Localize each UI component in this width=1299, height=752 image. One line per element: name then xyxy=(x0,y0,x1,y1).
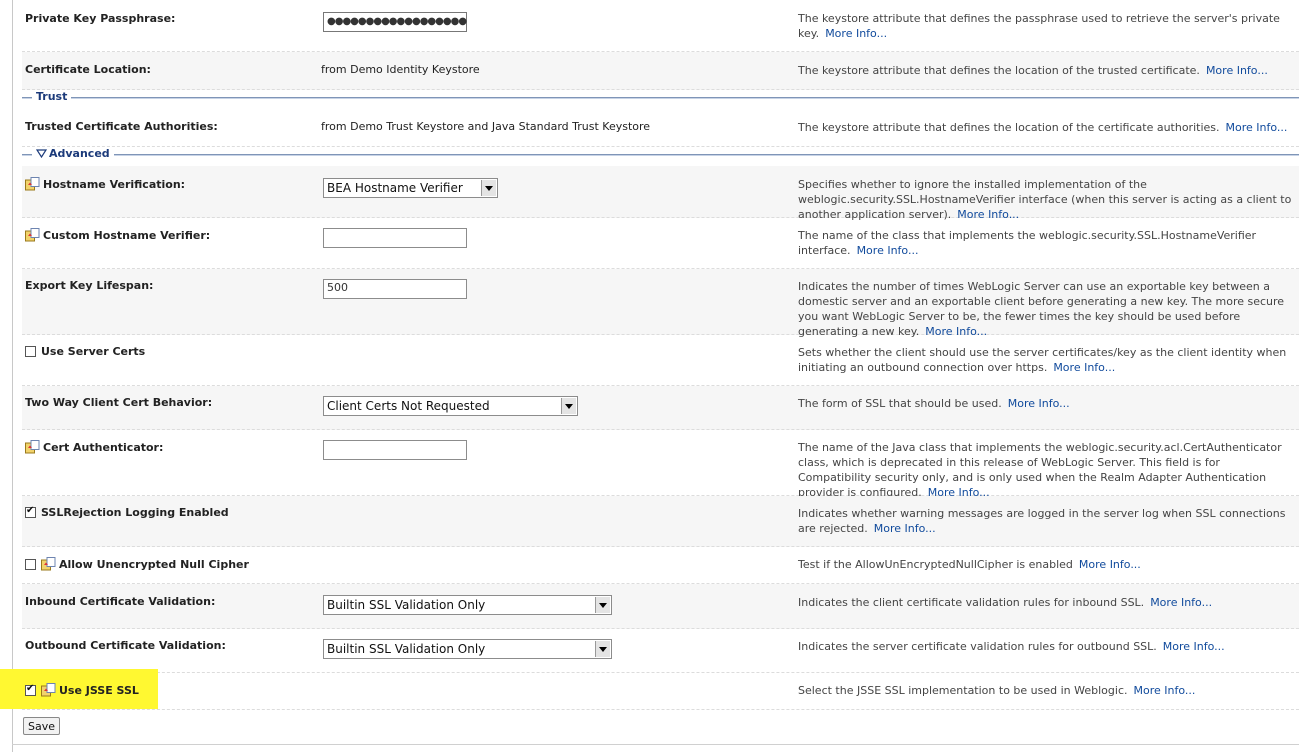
section-divider xyxy=(22,154,1299,156)
inbound-cert-validation-label: Inbound Certificate Validation: xyxy=(25,595,216,608)
more-info-link[interactable]: More Info... xyxy=(1134,684,1196,697)
trusted-ca-value: from Demo Trust Keystore and Java Standa… xyxy=(321,120,651,133)
dropdown-arrow-icon[interactable] xyxy=(481,180,496,196)
sslrejection-logging-desc: Indicates whether warning messages are l… xyxy=(798,507,1286,535)
custom-hostname-verifier-label: Custom Hostname Verifier: xyxy=(43,228,211,242)
outbound-cert-validation-selected: Builtin SSL Validation Only xyxy=(327,642,486,656)
use-server-certs-label-group: Use Server Certs xyxy=(25,345,145,358)
row-use-server-certs: Use Server Certs Sets whether the client… xyxy=(22,335,1299,386)
custom-hostname-verifier-label-group: Custom Hostname Verifier: xyxy=(25,228,210,242)
trusted-ca-desc: The keystore attribute that defines the … xyxy=(798,121,1288,134)
more-info-link[interactable]: More Info... xyxy=(1053,361,1115,374)
use-jsse-ssl-checkbox[interactable] xyxy=(25,683,36,696)
section-advanced-label: Advanced xyxy=(49,147,110,160)
trusted-ca-label: Trusted Certificate Authorities: xyxy=(25,120,218,133)
private-key-passphrase-desc: The keystore attribute that defines the … xyxy=(798,12,1280,40)
inbound-cert-validation-select[interactable]: Builtin SSL Validation Only xyxy=(323,595,612,615)
row-outbound-certificate-validation: Outbound Certificate Validation: Builtin… xyxy=(22,629,1299,673)
two-way-client-cert-label: Two Way Client Cert Behavior: xyxy=(25,396,213,409)
row-private-key-passphrase: Private Key Passphrase: ●●●●●●●●●●●●●●●●… xyxy=(22,0,1299,52)
export-key-lifespan-label: Export Key Lifespan: xyxy=(25,279,154,292)
null-cipher-desc: Test if the AllowUnEncryptedNullCipher i… xyxy=(798,558,1141,571)
cert-authenticator-label: Cert Authenticator: xyxy=(43,440,164,454)
row-certificate-location: Certificate Location: from Demo Identity… xyxy=(22,52,1299,90)
use-server-certs-desc: Sets whether the client should use the s… xyxy=(798,346,1287,374)
more-info-link[interactable]: More Info... xyxy=(1226,121,1288,134)
section-advanced[interactable]: Advanced xyxy=(22,147,1299,161)
outbound-cert-validation-select[interactable]: Builtin SSL Validation Only xyxy=(323,639,612,659)
certificate-location-label: Certificate Location: xyxy=(25,63,151,76)
null-cipher-label-group: Allow Unencrypted Null Cipher xyxy=(25,557,249,571)
restart-required-icon xyxy=(25,177,40,191)
outbound-cert-validation-label: Outbound Certificate Validation: xyxy=(25,639,226,652)
row-custom-hostname-verifier: Custom Hostname Verifier: The name of th… xyxy=(22,218,1299,269)
restart-required-icon xyxy=(41,683,56,697)
null-cipher-label: Allow Unencrypted Null Cipher xyxy=(59,557,249,571)
row-export-key-lifespan: Export Key Lifespan: 500 Indicates the n… xyxy=(22,269,1299,338)
section-divider xyxy=(22,97,1299,99)
section-advanced-title[interactable]: Advanced xyxy=(32,147,114,160)
hostname-verification-select[interactable]: BEA Hostname Verifier xyxy=(323,178,498,198)
custom-hostname-verifier-desc: The name of the class that implements th… xyxy=(798,229,1257,257)
use-jsse-ssl-label-group: Use JSSE SSL xyxy=(25,683,139,697)
private-key-passphrase-label: Private Key Passphrase: xyxy=(25,12,176,25)
hostname-verification-desc: Specifies whether to ignore the installe… xyxy=(798,178,1292,221)
hostname-verification-label-group: Hostname Verification: xyxy=(25,177,185,191)
row-allow-unencrypted-null-cipher: Allow Unencrypted Null Cipher Test if th… xyxy=(22,547,1299,584)
more-info-link[interactable]: More Info... xyxy=(1150,596,1212,609)
row-two-way-client-cert-behavior: Two Way Client Cert Behavior: Client Cer… xyxy=(22,386,1299,430)
two-way-client-cert-selected: Client Certs Not Requested xyxy=(327,399,490,413)
cert-authenticator-desc: The name of the Java class that implemen… xyxy=(798,441,1282,499)
left-border xyxy=(12,0,13,752)
more-info-link[interactable]: More Info... xyxy=(1206,64,1268,77)
more-info-link[interactable]: More Info... xyxy=(1163,640,1225,653)
row-use-jsse-ssl: Use JSSE SSL Select the JSSE SSL impleme… xyxy=(22,673,1299,710)
more-info-link[interactable]: More Info... xyxy=(1008,397,1070,410)
restart-required-icon xyxy=(41,557,56,571)
outbound-cert-validation-desc: Indicates the server certificate validat… xyxy=(798,640,1225,653)
bottom-divider xyxy=(12,744,1299,745)
row-cert-authenticator: Cert Authenticator: The name of the Java… xyxy=(22,430,1299,499)
sslrejection-logging-checkbox[interactable] xyxy=(25,505,36,518)
save-button[interactable]: Save xyxy=(23,717,61,735)
section-trust-title: Trust xyxy=(32,90,72,103)
custom-hostname-verifier-input[interactable] xyxy=(323,228,467,248)
inbound-cert-validation-selected: Builtin SSL Validation Only xyxy=(327,598,486,612)
export-key-lifespan-desc: Indicates the number of times WebLogic S… xyxy=(798,280,1285,338)
export-key-lifespan-input[interactable]: 500 xyxy=(323,279,467,299)
use-jsse-ssl-desc: Select the JSSE SSL implementation to be… xyxy=(798,684,1196,697)
certificate-location-desc: The keystore attribute that defines the … xyxy=(798,64,1268,77)
two-way-client-cert-select[interactable]: Client Certs Not Requested xyxy=(323,396,578,416)
restart-required-icon xyxy=(25,228,40,242)
dropdown-arrow-icon[interactable] xyxy=(595,597,610,613)
restart-required-icon xyxy=(25,440,40,454)
use-jsse-ssl-label: Use JSSE SSL xyxy=(59,683,139,697)
row-sslrejection-logging: SSLRejection Logging Enabled Indicates w… xyxy=(22,496,1299,547)
inbound-cert-validation-desc: Indicates the client certificate validat… xyxy=(798,596,1213,609)
sslrejection-logging-label-group: SSLRejection Logging Enabled xyxy=(25,505,229,519)
hostname-verification-selected: BEA Hostname Verifier xyxy=(327,181,463,195)
more-info-link[interactable]: More Info... xyxy=(874,522,936,535)
private-key-passphrase-field[interactable]: ●●●●●●●●●●●●●●●●●● xyxy=(323,12,467,32)
use-server-certs-checkbox[interactable] xyxy=(25,346,36,357)
collapse-triangle-icon[interactable] xyxy=(36,149,47,158)
more-info-link[interactable]: More Info... xyxy=(857,244,919,257)
certificate-location-value: from Demo Identity Keystore xyxy=(321,63,480,76)
cert-authenticator-input[interactable] xyxy=(323,440,467,460)
row-trusted-certificate-authorities: Trusted Certificate Authorities: from De… xyxy=(22,108,1299,147)
row-inbound-certificate-validation: Inbound Certificate Validation: Builtin … xyxy=(22,584,1299,629)
more-info-link[interactable]: More Info... xyxy=(825,27,887,40)
cert-authenticator-label-group: Cert Authenticator: xyxy=(25,440,163,454)
dropdown-arrow-icon[interactable] xyxy=(595,641,610,657)
hostname-verification-label: Hostname Verification: xyxy=(43,177,186,191)
row-hostname-verification: Hostname Verification: BEA Hostname Veri… xyxy=(22,166,1299,221)
sslrejection-logging-label: SSLRejection Logging Enabled xyxy=(41,506,229,519)
section-trust: Trust xyxy=(22,90,1299,104)
use-server-certs-label: Use Server Certs xyxy=(41,345,146,358)
more-info-link[interactable]: More Info... xyxy=(1079,558,1141,571)
two-way-client-cert-desc: The form of SSL that should be used. More… xyxy=(798,397,1070,410)
dropdown-arrow-icon[interactable] xyxy=(561,398,576,414)
null-cipher-checkbox[interactable] xyxy=(25,558,36,570)
